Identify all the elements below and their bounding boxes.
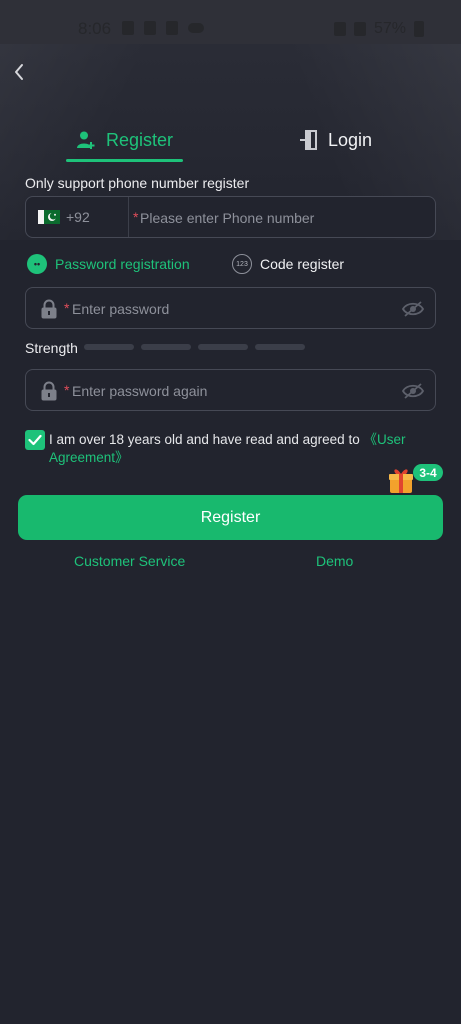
strength-meter [84, 344, 305, 350]
customer-service-link[interactable]: Customer Service [74, 553, 185, 569]
strength-segment [198, 344, 248, 350]
registration-mode-row: •• Password registration 123 Code regist… [25, 252, 436, 276]
strength-segment [255, 344, 305, 350]
back-arrow-icon[interactable] [8, 60, 32, 84]
field-divider [128, 197, 129, 237]
signal-icon [354, 22, 366, 36]
promo-badge: 3-4 [413, 464, 443, 481]
required-asterisk: * [133, 209, 139, 225]
tab-active-indicator [66, 159, 183, 162]
cloud-icon [188, 23, 204, 33]
agreement-text: I am over 18 years old and have read and… [49, 431, 429, 467]
status-notification-icons [122, 21, 204, 35]
auth-tabs: Register Login [0, 118, 461, 164]
tab-login-label: Login [328, 129, 373, 150]
status-time: 8:06 [78, 19, 112, 38]
agreement-checkbox[interactable] [25, 430, 45, 450]
country-code[interactable]: +92 [66, 209, 90, 225]
strength-segment [141, 344, 191, 350]
wifi-icon [334, 22, 346, 36]
confirm-password-field: * [25, 369, 436, 411]
battery-percent: 57% [374, 20, 407, 37]
required-asterisk: * [64, 382, 70, 398]
code-register-option[interactable]: 123 Code register [232, 252, 344, 276]
agreement-statement: I am over 18 years old and have read and… [49, 432, 364, 447]
phone-field: +92 * [25, 196, 436, 238]
lock-icon [41, 381, 57, 401]
tab-login[interactable]: Login [300, 118, 372, 162]
add-user-icon [76, 131, 95, 149]
settings-icon [144, 21, 156, 35]
status-system-icons: 57% [334, 20, 425, 38]
demo-link[interactable]: Demo [316, 553, 353, 569]
password-registration-option[interactable]: •• Password registration [27, 252, 190, 276]
eye-slash-icon[interactable] [402, 382, 424, 400]
tab-register-label: Register [105, 129, 174, 150]
gallery-icon [166, 21, 178, 35]
password-dots-icon: •• [27, 254, 47, 274]
register-button[interactable]: Register [18, 495, 443, 540]
register-hint: Only support phone number register [25, 175, 250, 191]
gift-box-icon[interactable] [388, 466, 414, 494]
password-field: * [25, 287, 436, 329]
strength-label: Strength [25, 340, 78, 356]
numeric-code-icon: 123 [232, 254, 252, 274]
pakistan-flag-icon[interactable] [38, 210, 60, 224]
battery-icon [414, 21, 425, 37]
confirm-password-input[interactable] [72, 380, 392, 402]
code-register-label: Code register [260, 256, 345, 272]
phone-input[interactable] [140, 207, 420, 229]
password-registration-label: Password registration [55, 256, 190, 272]
lock-icon [41, 299, 57, 319]
sim-icon [122, 21, 134, 35]
tab-register[interactable]: Register [66, 118, 183, 162]
status-bar: 8:06 57% [0, 0, 461, 44]
login-door-icon [300, 130, 317, 150]
password-input[interactable] [72, 298, 392, 320]
required-asterisk: * [64, 300, 70, 316]
eye-slash-icon[interactable] [402, 300, 424, 318]
strength-segment [84, 344, 134, 350]
checkmark-icon [28, 434, 42, 446]
